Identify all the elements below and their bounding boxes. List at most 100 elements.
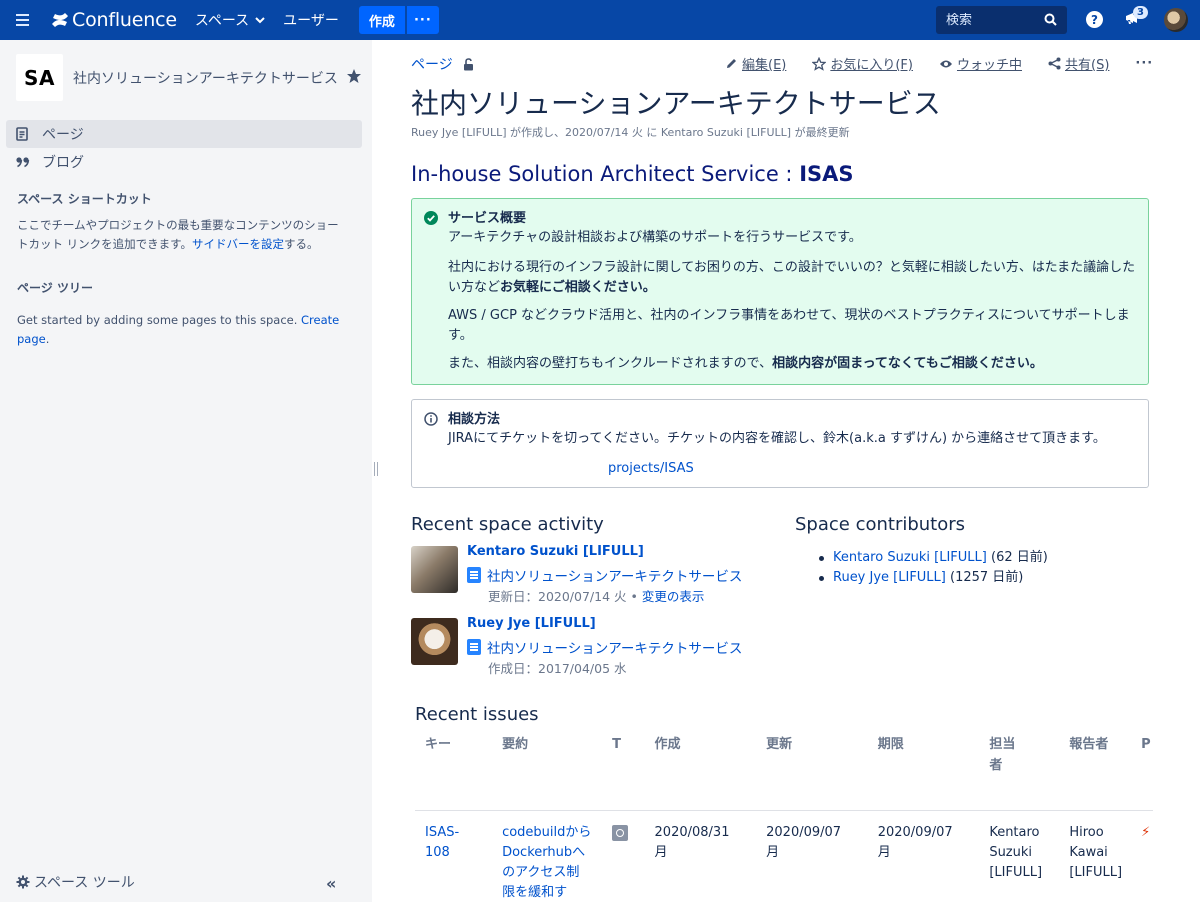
activity-meta: 更新日：2020/07/14 火 • 変更の表示 bbox=[488, 586, 704, 605]
p4-bold: 相談内容が固まってなくてもご相談ください。 bbox=[772, 356, 1043, 371]
issue-updated-cell: 2020/09/07 月 bbox=[756, 809, 868, 902]
search-box[interactable] bbox=[936, 6, 1067, 34]
space-name[interactable]: 社内ソリューションアーキテクトサービス bbox=[73, 68, 338, 88]
service-overview-p3: AWS / GCP などクラウド活用と、社内のインフラ事情をあわせて、現状のベス… bbox=[448, 308, 1130, 343]
column-header[interactable]: 作成 bbox=[645, 734, 757, 810]
user-avatar[interactable] bbox=[1164, 8, 1188, 32]
contributors-list: Kentaro Suzuki [LIFULL] (62 日前) Ruey Jye… bbox=[795, 548, 1048, 588]
edit-button[interactable]: 編集(E) bbox=[725, 54, 786, 73]
sidebar-item-label: ブログ bbox=[42, 155, 84, 171]
column-header[interactable]: 更新 bbox=[756, 734, 868, 810]
watch-button[interactable]: ウォッチ中 bbox=[939, 54, 1022, 73]
share-button[interactable]: 共有(S) bbox=[1048, 54, 1109, 73]
p4-text: また、相談内容の壁打ちもインクルードされますので、 bbox=[448, 356, 773, 371]
page-tree-suffix: . bbox=[45, 332, 50, 346]
activity-user-link[interactable]: Ruey Jye [LIFULL] bbox=[467, 616, 596, 631]
recent-issues: キー 要約 T 作成 更新 期限 担当者 報告者 P ISAS-108 code… bbox=[415, 734, 1153, 902]
sidebar-item-pages[interactable]: ページ bbox=[6, 120, 362, 148]
create-more-button[interactable]: ··· bbox=[406, 6, 439, 34]
table-row: ISAS-108 codebuildからDockerhubへのアクセス制限を緩和… bbox=[415, 809, 1153, 902]
gear-icon bbox=[16, 875, 30, 889]
notifications-button[interactable]: 3 bbox=[1124, 6, 1148, 30]
list-item: Kentaro Suzuki [LIFULL] (62 日前) bbox=[795, 548, 1048, 568]
more-actions-button[interactable]: ··· bbox=[1135, 56, 1153, 71]
activity-date: 作成日：2017/04/05 水 bbox=[488, 661, 627, 676]
page-heading-text: In-house Solution Architect Service : bbox=[411, 162, 800, 186]
assignee-name: Kentaro Suzuki [LIFULL] bbox=[989, 824, 1043, 880]
sidebar-resize-handle[interactable] bbox=[374, 462, 378, 476]
nav-spaces-menu[interactable]: スペース bbox=[195, 10, 265, 30]
issue-due-cell: 2020/09/07 月 bbox=[867, 809, 980, 902]
jira-project-link[interactable]: projects/ISAS bbox=[608, 461, 694, 476]
column-header[interactable]: 担当者 bbox=[979, 734, 1059, 810]
service-overview-panel: サービス概要 アーキテクチャの設計相談および構築のサポートを行うサービスです。 … bbox=[411, 198, 1149, 385]
issue-summary-link[interactable]: codebuildからDockerhubへのアクセス制限を緩和す bbox=[502, 823, 592, 902]
recent-activity-list: Kentaro Suzuki [LIFULL] 社内ソリューションアーキテクトサ… bbox=[411, 544, 791, 688]
nav-users-link[interactable]: ユーザー bbox=[283, 10, 339, 30]
column-header[interactable]: P bbox=[1141, 734, 1153, 810]
create-button[interactable]: 作成 bbox=[358, 6, 405, 34]
quote-icon bbox=[16, 156, 32, 168]
space-logo[interactable]: SA bbox=[16, 54, 63, 101]
column-header[interactable]: キー bbox=[415, 734, 492, 810]
star-outline-icon bbox=[812, 56, 827, 71]
column-header[interactable]: 報告者 bbox=[1059, 734, 1141, 810]
confluence-icon bbox=[52, 13, 68, 27]
shortcuts-heading: スペース ショートカット bbox=[17, 192, 152, 206]
recent-issues-heading: Recent issues bbox=[415, 704, 539, 725]
nav-users-label: ユーザー bbox=[283, 13, 339, 29]
column-header[interactable]: 要約 bbox=[492, 734, 602, 810]
assignee-header: 担当者 bbox=[989, 737, 1016, 773]
list-item: Ruey Jye [LIFULL] (1257 日前) bbox=[795, 568, 1048, 588]
page-icon bbox=[16, 127, 32, 141]
contributor-link[interactable]: Ruey Jye [LIFULL] bbox=[833, 570, 946, 585]
page-heading-bold: ISAS bbox=[799, 162, 854, 186]
activity-page-link[interactable]: 社内ソリューションアーキテクトサービス bbox=[487, 637, 742, 657]
info-icon bbox=[424, 412, 438, 426]
activity-user-link[interactable]: Kentaro Suzuki [LIFULL] bbox=[467, 544, 644, 559]
breadcrumb-pages-link[interactable]: ページ bbox=[411, 54, 453, 74]
configure-sidebar-link[interactable]: サイドバーを設定 bbox=[192, 237, 284, 251]
space-tools-button[interactable]: スペース ツール bbox=[16, 872, 135, 892]
avatar[interactable] bbox=[411, 546, 458, 593]
contributor-age: (1257 日前) bbox=[945, 570, 1024, 585]
page-tree-heading: ページ ツリー bbox=[17, 281, 93, 295]
app-switcher-icon[interactable] bbox=[16, 14, 36, 26]
pencil-icon bbox=[727, 59, 736, 68]
shortcuts-suffix: する。 bbox=[284, 237, 319, 251]
column-header[interactable]: T bbox=[602, 734, 644, 810]
avatar[interactable] bbox=[411, 618, 458, 665]
issue-reporter-cell: Hiroo Kawai [LIFULL] bbox=[1059, 809, 1142, 902]
consultation-link-row: projects/ISAS bbox=[448, 459, 1136, 479]
notification-badge: 3 bbox=[1133, 6, 1148, 19]
issue-key-link[interactable]: ISAS-108 bbox=[425, 825, 459, 860]
page-actions: 編集(E) お気に入り(F) ウォッチ中 共有(S) ··· bbox=[725, 54, 1153, 73]
priority-icon: ⚡ bbox=[1141, 824, 1151, 840]
sidebar-item-label: ページ bbox=[42, 127, 84, 143]
space-header[interactable]: SA 社内ソリューションアーキテクトサービス bbox=[16, 54, 338, 101]
star-icon[interactable] bbox=[346, 68, 362, 84]
view-changes-link[interactable]: 変更の表示 bbox=[642, 589, 705, 604]
activity-item: Ruey Jye [LIFULL] 社内ソリューションアーキテクトサービス 作成… bbox=[411, 616, 791, 688]
unlock-icon[interactable] bbox=[463, 57, 474, 71]
page-tree-text: Get started by adding some pages to this… bbox=[17, 311, 347, 349]
confluence-logo[interactable]: Confluence bbox=[50, 9, 177, 31]
column-header[interactable]: 期限 bbox=[868, 734, 980, 810]
sidebar-item-blog[interactable]: ブログ bbox=[6, 148, 362, 176]
issue-priority-cell: ⚡ bbox=[1141, 809, 1153, 902]
collapse-sidebar-button[interactable]: « bbox=[326, 874, 336, 893]
favorite-button[interactable]: お気に入り(F) bbox=[812, 54, 913, 73]
favorite-label: お気に入り(F) bbox=[830, 58, 913, 73]
activity-page-link[interactable]: 社内ソリューションアーキテクトサービス bbox=[487, 565, 742, 585]
contributor-link[interactable]: Kentaro Suzuki [LIFULL] bbox=[833, 550, 987, 565]
service-overview-p1: アーキテクチャの設計相談および構築のサポートを行うサービスです。 bbox=[448, 230, 862, 245]
reporter-name: Hiroo Kawai [LIFULL] bbox=[1069, 824, 1123, 880]
eye-icon bbox=[939, 60, 952, 67]
search-input[interactable] bbox=[946, 12, 1041, 28]
activity-page: 社内ソリューションアーキテクトサービス bbox=[467, 637, 742, 657]
contributor-age: (62 日前) bbox=[986, 550, 1048, 565]
consultation-panel: 相談方法 JIRAにてチケットを切ってください。チケットの内容を確認し、鈴木(a… bbox=[411, 399, 1149, 488]
watch-label: ウォッチ中 bbox=[956, 58, 1022, 73]
check-circle-icon bbox=[424, 211, 438, 225]
help-icon[interactable]: ? bbox=[1086, 11, 1103, 28]
